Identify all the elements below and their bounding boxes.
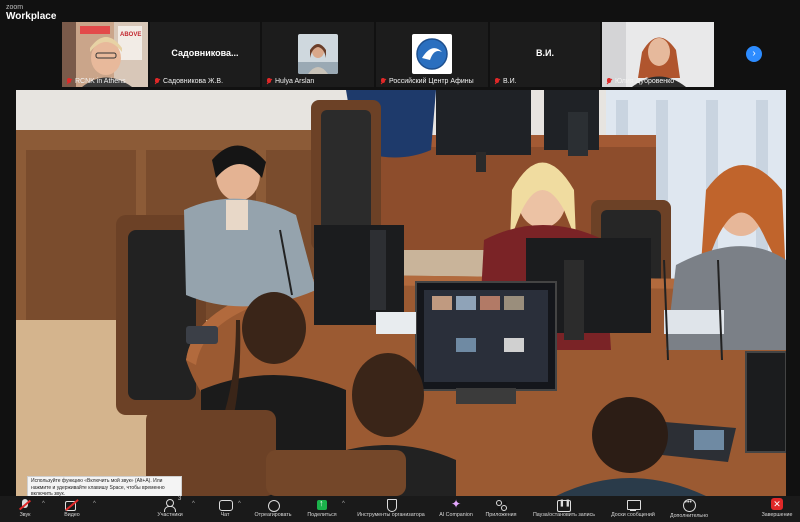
toolbar-label: Чат [220, 512, 230, 518]
record-pause-icon [557, 499, 571, 512]
toolbar-label: Видео [64, 512, 80, 518]
participant-name: RCNK in Athens [75, 78, 126, 85]
host-tools-icon [384, 499, 398, 512]
chat-icon [218, 499, 233, 511]
toolbar-label: Пауза/остановить запись [532, 512, 595, 518]
participant-name-label: Российский Центр Афины [380, 78, 474, 85]
toolbar-label: Приложения [485, 512, 517, 518]
whiteboards-button[interactable]: Доски сообщений [604, 496, 662, 522]
chevron-up-icon[interactable]: ^ [93, 501, 96, 507]
chevron-up-icon[interactable]: ^ [192, 501, 195, 507]
chevron-up-icon[interactable]: ^ [342, 501, 345, 507]
reaction-icon [266, 499, 280, 512]
muted-mic-icon [66, 78, 72, 85]
reactions-button[interactable]: Отреагировать [250, 496, 296, 522]
muted-mic-icon [154, 78, 160, 85]
more-button[interactable]: Дополнительно [664, 496, 714, 522]
muted-mic-icon [606, 78, 612, 85]
toolbar-label: Поделиться [307, 512, 337, 518]
whiteboard-icon [626, 499, 641, 511]
more-icon [682, 499, 696, 512]
host-tools-button[interactable]: Инструменты организатора [348, 496, 434, 522]
pause-stop-recording-button[interactable]: Пауза/остановить запись [526, 496, 602, 522]
toolbar-label: Завершение [761, 512, 793, 518]
participant-name-label: Юлия Дубровенко [606, 78, 674, 85]
toolbar-label: Доски сообщений [611, 512, 655, 518]
zoom-meeting-window: zoom Workplace ABOVE RCNK in Athens Садо… [0, 0, 800, 522]
participant-tile[interactable]: Садовникова... Садовникова Ж.В. [150, 22, 260, 87]
participant-name: Hulya Arslan [275, 78, 315, 85]
participant-name-label: В.И. [494, 78, 517, 85]
apps-button[interactable]: Приложения [482, 496, 520, 522]
start-video-button[interactable]: Видео [52, 496, 92, 522]
participant-display-name: Садовникова... [171, 48, 239, 58]
toolbar-label: Участники [157, 512, 183, 518]
share-screen-button[interactable]: Поделиться [302, 496, 342, 522]
muted-mic-icon [380, 78, 386, 85]
mic-off-icon [18, 499, 32, 511]
participant-name: Садовникова Ж.В. [163, 78, 224, 85]
participant-name-label: RCNK in Athens [66, 78, 126, 85]
conference-room-scene [16, 90, 786, 496]
participant-tile[interactable]: Российский Центр Афины [376, 22, 488, 87]
toolbar-label: Звук [19, 512, 31, 518]
toolbar-label: AI Companion [439, 512, 473, 518]
next-page-arrow-icon[interactable]: › [746, 46, 762, 62]
participant-name: В.И. [503, 78, 517, 85]
participant-name: Российский Центр Афины [389, 78, 474, 85]
participant-display-name: В.И. [536, 48, 554, 58]
participants-icon [163, 499, 177, 512]
participant-tile[interactable]: Юлия Дубровенко [602, 22, 714, 87]
chevron-up-icon[interactable]: ^ [42, 501, 45, 507]
chat-button[interactable]: Чат [212, 496, 238, 522]
share-screen-icon [315, 498, 329, 511]
svg-text:ABOVE: ABOVE [120, 32, 141, 38]
unmute-hint-tooltip: Используйте функцию «Включить мой звук» … [27, 476, 182, 498]
participant-count: 3 [178, 496, 182, 502]
organization-logo [412, 34, 452, 74]
participant-strip: ABOVE RCNK in Athens Садовникова... Садо… [62, 22, 740, 87]
participant-name-label: Hulya Arslan [266, 78, 314, 85]
participant-avatar [298, 34, 338, 74]
brand-line-2: Workplace [6, 11, 57, 22]
participant-tile[interactable]: ABOVE RCNK in Athens [62, 22, 148, 87]
unmute-button[interactable]: Звук [6, 496, 44, 522]
zoom-workplace-logo: zoom Workplace [6, 3, 57, 22]
toolbar-label: Инструменты организатора [357, 512, 425, 518]
meeting-controls-toolbar: Звук ^ Видео ^ Участники 3 ^ Чат ^ Отреа… [0, 496, 800, 522]
active-speaker-video [16, 90, 786, 496]
camera-off-icon [65, 499, 79, 511]
participant-tile[interactable]: Hulya Arslan [262, 22, 374, 87]
ai-companion-icon [449, 497, 463, 511]
participant-name-label: Садовникова Ж.В. [154, 78, 223, 85]
chevron-up-icon[interactable]: ^ [238, 501, 241, 507]
end-meeting-button[interactable]: Завершение [756, 496, 798, 522]
ai-companion-button[interactable]: AI Companion [434, 496, 478, 522]
end-icon [770, 498, 784, 511]
participant-name: Юлия Дубровенко [615, 78, 675, 85]
apps-icon [494, 499, 508, 511]
participant-tile[interactable]: В.И. В.И. [490, 22, 600, 87]
toolbar-label: Дополнительно [669, 513, 709, 519]
muted-mic-icon [266, 78, 272, 85]
toolbar-label: Отреагировать [254, 512, 292, 518]
muted-mic-icon [494, 78, 500, 85]
participants-button[interactable]: Участники [150, 496, 190, 522]
